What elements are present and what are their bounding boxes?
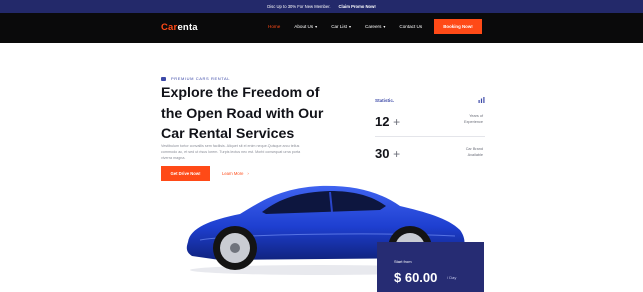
hero-tagline: PREMIUM CARS RENTAL: [161, 76, 230, 81]
nav-item-about-us[interactable]: About Us ▾: [294, 24, 317, 29]
price-value: $ 60.00: [394, 270, 438, 285]
learn-more-label: Learn More: [222, 171, 244, 176]
logo-suffix: enta: [177, 22, 198, 33]
arrow-right-icon: ›: [247, 171, 249, 176]
stat-brands-value: 30 +: [375, 146, 400, 161]
chevron-down-icon: ▾: [315, 24, 318, 29]
bar-chart-icon: [478, 97, 485, 103]
nav-label: Careers: [365, 24, 382, 29]
nav-item-contact-us[interactable]: Contact Us: [399, 24, 422, 29]
stat-label-line: Experience: [464, 119, 483, 124]
promo-text: Disc Up to 30% For New Member.: [267, 4, 331, 9]
promo-bar: Disc Up to 30% For New Member. Claim Pro…: [0, 0, 643, 13]
start-from-label: Start from: [394, 259, 412, 264]
logo[interactable]: Carenta: [161, 22, 198, 33]
stats-title: Statistic.: [375, 98, 395, 103]
booking-now-button[interactable]: Booking Now!: [434, 19, 482, 34]
nav-item-careers[interactable]: Careers ▾: [365, 24, 385, 29]
chevron-down-icon: ▾: [383, 24, 386, 29]
stat-number: 30: [375, 146, 390, 161]
chevron-down-icon: ▾: [349, 24, 352, 29]
learn-more-link[interactable]: Learn More ›: [222, 171, 249, 176]
logo-prefix: Car: [161, 22, 178, 33]
stats-divider: [375, 136, 485, 137]
stat-suffix: +: [393, 147, 401, 161]
get-drive-now-button[interactable]: Get Drive Now!: [161, 166, 210, 181]
per-day-label: / Day: [447, 275, 457, 280]
nav-label: Car List: [331, 24, 348, 29]
stat-brands-label: Car Brand Available: [443, 147, 483, 158]
price-card: Start from $ 60.00 / Day: [377, 242, 484, 292]
nav-item-car-list[interactable]: Car List ▾: [331, 24, 351, 29]
nav-item-home[interactable]: Home: [268, 24, 280, 29]
stat-suffix: +: [393, 115, 401, 129]
stat-label-line: Available: [467, 152, 483, 157]
navbar: Carenta Home About Us ▾ Car List ▾ Caree…: [0, 13, 643, 43]
hero-description: Vestibulum tortor convallis sem facilisi…: [161, 144, 301, 160]
hero-headline: Explore the Freedom of the Open Road wit…: [161, 85, 324, 142]
tagline-text: PREMIUM CARS RENTAL: [171, 76, 231, 81]
nav-label: Contact Us: [399, 24, 423, 29]
stat-years-label: Years of Experience: [443, 114, 483, 125]
car-icon: [161, 76, 166, 81]
nav-label: Home: [268, 24, 281, 29]
stat-years-value: 12 +: [375, 114, 400, 129]
main-menu: Home About Us ▾ Car List ▾ Careers ▾ Con…: [268, 24, 422, 29]
claim-promo-link[interactable]: Claim Promo Now!: [339, 4, 376, 9]
nav-label: About Us: [294, 24, 314, 29]
stat-number: 12: [375, 114, 390, 129]
